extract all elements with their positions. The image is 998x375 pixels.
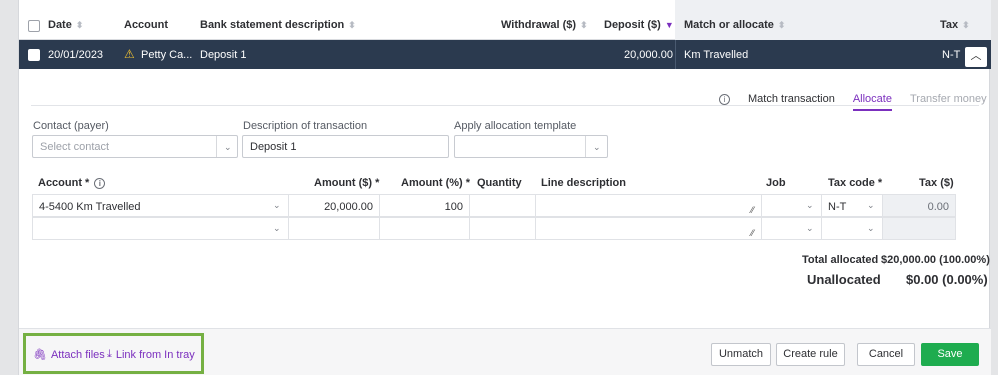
alloc-tax-code-select[interactable]: N-T ⌄ xyxy=(821,194,883,217)
alloc-amount-input[interactable]: 20,000.00 xyxy=(288,194,380,217)
save-button[interactable]: Save xyxy=(921,343,979,366)
alloc-header-job: Job xyxy=(766,177,786,189)
row-account: Petty Ca... xyxy=(141,49,193,61)
template-label: Apply allocation template xyxy=(454,120,577,132)
chevron-up-icon: ︿ xyxy=(970,50,982,62)
resize-handle-icon[interactable]: ⁄⁄ xyxy=(751,228,754,238)
create-rule-button[interactable]: Create rule xyxy=(776,343,845,366)
alloc-line-desc-input[interactable]: ⁄⁄ xyxy=(535,194,762,217)
col-account-header: Account xyxy=(124,19,168,31)
contact-label: Contact (payer) xyxy=(33,120,109,132)
alloc-percent-input[interactable] xyxy=(379,217,470,240)
info-icon[interactable]: i xyxy=(719,93,730,105)
description-input[interactable]: Deposit 1 xyxy=(242,135,449,158)
tab-allocate[interactable]: Allocate xyxy=(852,93,892,111)
table-header: Date ⬍ Account Bank statement description… xyxy=(19,0,991,40)
unallocated-label: Unallocated xyxy=(807,272,881,287)
alloc-header-account: Account * i xyxy=(38,177,106,189)
alloc-tax-value: 0.00 xyxy=(882,194,956,217)
row-checkbox[interactable] xyxy=(28,49,40,61)
chevron-down-icon: ⌄ xyxy=(273,200,281,210)
sort-desc-icon: ▼ xyxy=(664,20,674,30)
select-all-checkbox[interactable] xyxy=(28,20,40,32)
template-select[interactable]: ⌄ xyxy=(454,135,608,158)
alloc-header-tax-code: Tax code * xyxy=(828,177,883,189)
col-bank-desc-header[interactable]: Bank statement description ⬍ xyxy=(200,19,356,31)
cancel-button[interactable]: Cancel xyxy=(857,343,915,366)
alloc-header-percent: Amount (%) * xyxy=(401,177,471,189)
row-description: Deposit 1 xyxy=(200,49,247,61)
sort-icon: ⬍ xyxy=(580,19,588,30)
chevron-down-icon: ⌄ xyxy=(867,223,875,233)
unmatch-button[interactable]: Unmatch xyxy=(711,343,771,366)
alloc-header-quantity: Quantity xyxy=(477,177,522,189)
row-date: 20/01/2023 xyxy=(48,49,104,61)
tab-match-transaction[interactable]: Match transaction xyxy=(748,93,835,105)
col-match-header[interactable]: Match or allocate ⬍ xyxy=(684,19,785,31)
alloc-job-select[interactable]: ⌄ xyxy=(761,217,822,240)
alloc-header-tax: Tax ($) xyxy=(919,177,954,189)
alloc-tax-code-select[interactable]: ⌄ xyxy=(821,217,883,240)
warning-icon: ⚠ xyxy=(124,47,135,61)
chevron-down-icon: ⌄ xyxy=(806,223,814,233)
unallocated-value: $0.00 (0.00%) xyxy=(906,272,988,287)
chevron-down-icon: ⌄ xyxy=(593,142,601,152)
tab-transfer-money[interactable]: Transfer money xyxy=(910,93,987,105)
alloc-account-select[interactable]: 4-5400 Km Travelled ⌄ xyxy=(32,194,289,217)
info-icon[interactable]: i xyxy=(94,177,106,189)
row-tax: N-T xyxy=(942,49,961,61)
divider xyxy=(31,105,979,106)
collapse-button[interactable]: ︿ xyxy=(965,47,987,67)
chevron-down-icon: ⌄ xyxy=(806,200,814,210)
col-tax-header[interactable]: Tax ⬍ xyxy=(940,19,970,31)
chevron-down-icon: ⌄ xyxy=(867,200,875,210)
col-date-header[interactable]: Date ⬍ xyxy=(48,19,83,31)
row-deposit: 20,000.00 xyxy=(624,49,673,61)
col-deposit-header[interactable]: Deposit ($) ▼ xyxy=(604,19,674,31)
row-match: Km Travelled xyxy=(684,49,749,61)
resize-handle-icon[interactable]: ⁄⁄ xyxy=(751,205,754,215)
alloc-quantity-input[interactable] xyxy=(469,194,536,217)
alloc-header-line-desc: Line description xyxy=(541,177,626,189)
chevron-down-icon: ⌄ xyxy=(224,142,232,152)
sort-icon: ⬍ xyxy=(348,19,356,30)
allocation-tabs: i Match transaction Allocate Transfer mo… xyxy=(719,87,987,111)
alloc-header-amount: Amount ($) * xyxy=(314,177,380,189)
sort-icon: ⬍ xyxy=(75,19,84,30)
sort-icon: ⬍ xyxy=(777,19,786,30)
alloc-account-select[interactable]: ⌄ xyxy=(32,217,289,240)
selected-transaction-row[interactable]: 20/01/2023 ⚠ Petty Ca... Deposit 1 20,00… xyxy=(19,40,991,69)
col-withdrawal-header[interactable]: Withdrawal ($) ⬍ xyxy=(501,19,588,31)
bank-transactions-panel: Date ⬍ Account Bank statement description… xyxy=(18,0,991,375)
alloc-job-select[interactable]: ⌄ xyxy=(761,194,822,217)
alloc-quantity-input[interactable] xyxy=(469,217,536,240)
highlight-box xyxy=(23,333,204,374)
total-allocated-label: Total allocated xyxy=(802,254,879,266)
total-allocated-value: $20,000.00 (100.00%) xyxy=(881,254,990,266)
chevron-down-icon: ⌄ xyxy=(273,223,281,233)
alloc-percent-input[interactable]: 100 xyxy=(379,194,470,217)
alloc-tax-value xyxy=(882,217,956,240)
description-label: Description of transaction xyxy=(243,120,368,132)
contact-select[interactable]: Select contact ⌄ xyxy=(32,135,238,158)
alloc-line-desc-input[interactable]: ⁄⁄ xyxy=(535,217,762,240)
sort-icon: ⬍ xyxy=(962,19,970,30)
alloc-amount-input[interactable] xyxy=(288,217,380,240)
